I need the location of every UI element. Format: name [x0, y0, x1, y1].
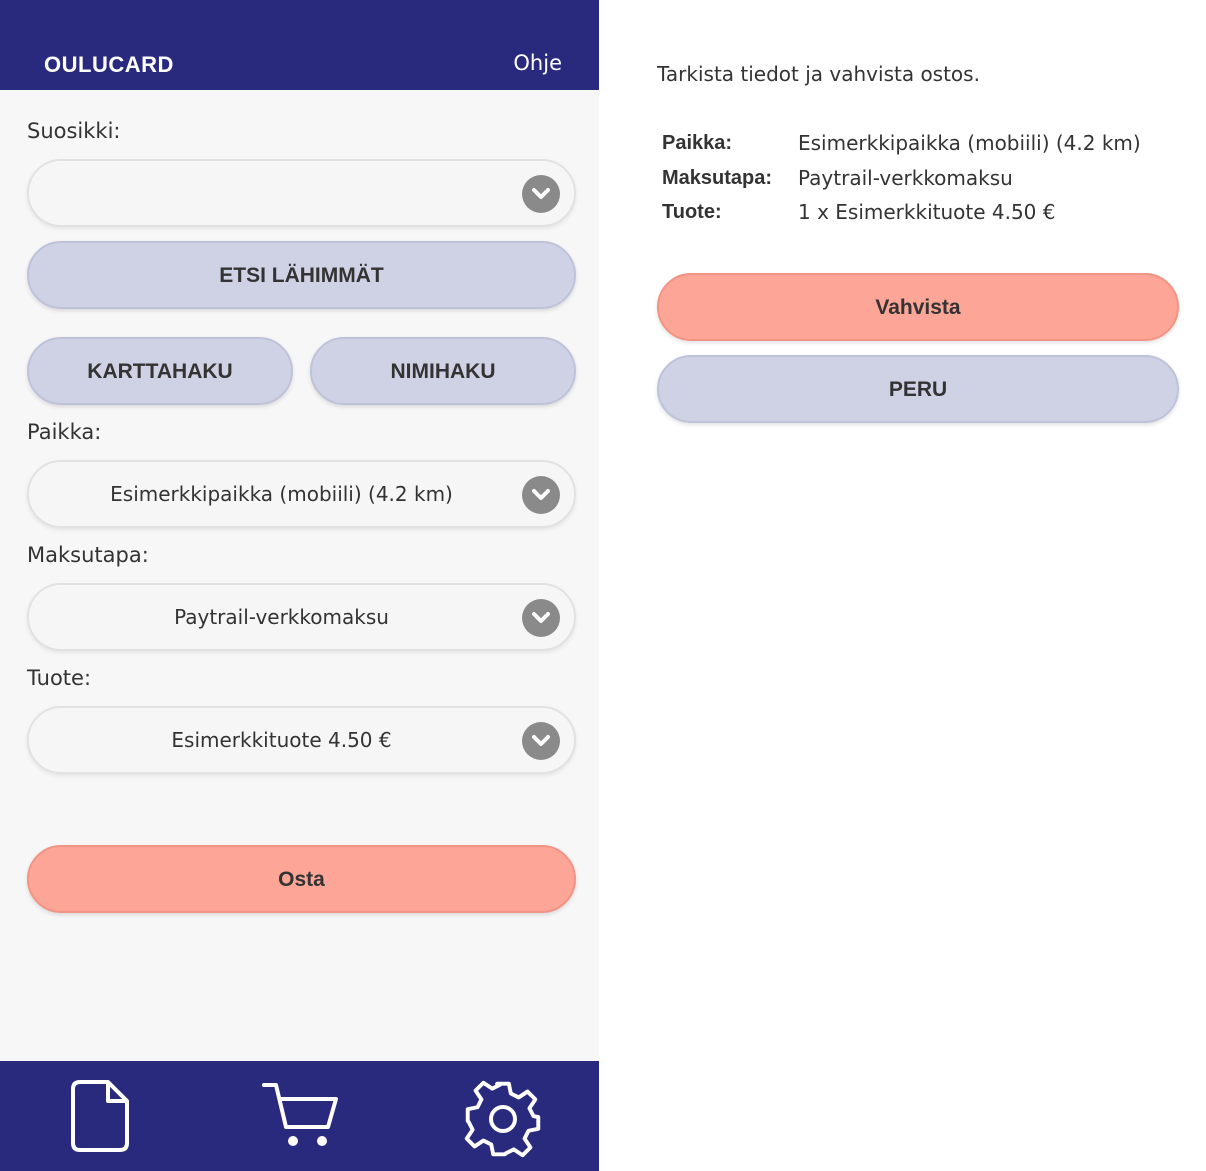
summary-key: Tuote: [662, 201, 722, 223]
chevron-down-icon [522, 175, 560, 213]
summary-value: 1 x Esimerkkituote 4.50 € [798, 200, 1056, 224]
bottom-nav [0, 1061, 599, 1171]
chevron-down-icon [522, 722, 560, 760]
payment-label: Maksutapa: [27, 543, 149, 567]
summary-key: Paikka: [662, 132, 733, 154]
product-value: Esimerkkituote 4.50 € [171, 728, 392, 752]
place-select[interactable]: Esimerkkipaikka (mobiili) (4.2 km) [27, 460, 576, 528]
nav-settings[interactable] [458, 1079, 548, 1169]
app-header: OULUCARD Ohje [0, 0, 599, 90]
map-search-button[interactable]: KARTTAHAKU [27, 337, 293, 405]
cart-icon [262, 1083, 338, 1146]
summary-key: Maksutapa: [662, 167, 773, 189]
app-brand: OULUCARD [44, 52, 174, 77]
favorite-select[interactable] [27, 159, 576, 227]
payment-select[interactable]: Paytrail-verkkomaksu [27, 583, 576, 651]
favorite-value [29, 161, 534, 225]
product-select[interactable]: Esimerkkituote 4.50 € [27, 706, 576, 774]
find-nearest-button[interactable]: ETSI LÄHIMMÄT [27, 241, 576, 309]
name-search-button[interactable]: NIMIHAKU [310, 337, 576, 405]
product-label: Tuote: [27, 666, 92, 690]
summary-value: Esimerkkipaikka (mobiili) (4.2 km) [798, 131, 1141, 155]
chevron-down-icon [522, 599, 560, 637]
nav-tickets[interactable] [55, 1079, 145, 1169]
payment-value: Paytrail-verkkomaksu [174, 605, 389, 629]
place-value: Esimerkkipaikka (mobiili) (4.2 km) [110, 482, 453, 506]
document-icon [71, 1080, 129, 1152]
cancel-button[interactable]: PERU [657, 355, 1179, 423]
favorite-label: Suosikki: [27, 119, 121, 143]
confirm-button[interactable]: Vahvista [657, 273, 1179, 341]
confirm-intro: Tarkista tiedot ja vahvista ostos. [657, 62, 980, 86]
chevron-down-icon [522, 476, 560, 514]
summary-value: Paytrail-verkkomaksu [798, 166, 1013, 190]
purchase-form-screen: OULUCARD Ohje Suosikki: ETSI LÄHIMMÄT KA… [0, 0, 599, 1171]
buy-button[interactable]: Osta [27, 845, 576, 913]
nav-shop[interactable] [255, 1079, 345, 1169]
gear-icon [464, 1080, 541, 1158]
help-link[interactable]: Ohje [513, 51, 562, 75]
place-label: Paikka: [27, 420, 102, 444]
